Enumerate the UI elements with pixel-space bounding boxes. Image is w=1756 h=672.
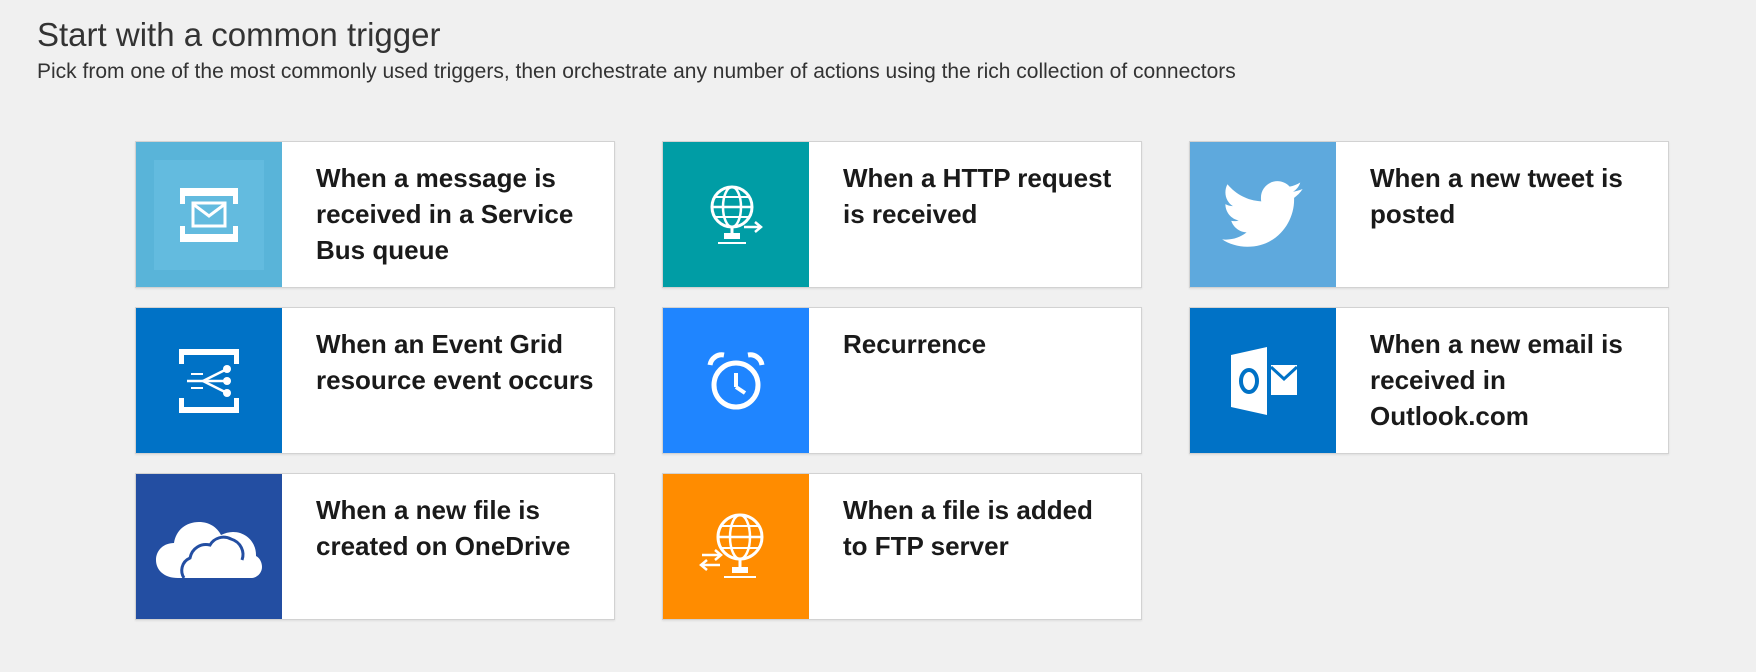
trigger-label: When a new file is created on OneDrive xyxy=(316,495,571,561)
trigger-card-http[interactable]: When a HTTP request is received xyxy=(662,141,1142,288)
trigger-icon-tile xyxy=(136,142,282,287)
trigger-card-outlook[interactable]: When a new email is received in Outlook.… xyxy=(1189,307,1669,454)
trigger-card-recurrence[interactable]: Recurrence xyxy=(662,307,1142,454)
trigger-label: When a new tweet is posted xyxy=(1370,163,1623,229)
trigger-card-ftp[interactable]: When a file is added to FTP server xyxy=(662,473,1142,620)
trigger-icon-tile xyxy=(1190,142,1336,287)
trigger-label: When a file is added to FTP server xyxy=(843,495,1093,561)
trigger-label: Recurrence xyxy=(843,329,987,359)
trigger-card-twitter[interactable]: When a new tweet is posted xyxy=(1189,141,1669,288)
trigger-icon-tile xyxy=(136,308,282,453)
trigger-label: When an Event Grid resource event occurs xyxy=(316,329,594,395)
http-globe-icon xyxy=(710,185,763,244)
trigger-grid: When a message is received in a Service … xyxy=(135,141,1669,620)
trigger-label: When a HTTP request is received xyxy=(843,163,1112,229)
outlook-icon xyxy=(1231,346,1299,415)
page-header: Start with a common trigger Pick from on… xyxy=(37,14,1236,86)
onedrive-cloud-icon xyxy=(156,521,262,579)
trigger-icon-tile xyxy=(663,308,809,453)
ftp-globe-icon xyxy=(699,513,764,578)
trigger-label: When a new email is received in Outlook.… xyxy=(1370,329,1623,431)
twitter-bird-icon xyxy=(1222,180,1303,247)
alarm-clock-icon xyxy=(707,351,765,409)
trigger-card-service-bus[interactable]: When a message is received in a Service … xyxy=(135,141,615,288)
trigger-icon-tile xyxy=(663,474,809,619)
service-bus-icon xyxy=(154,159,264,270)
trigger-card-onedrive[interactable]: When a new file is created on OneDrive xyxy=(135,473,615,620)
trigger-label: When a message is received in a Service … xyxy=(316,163,574,265)
trigger-icon-tile xyxy=(136,474,282,619)
page-subtitle: Pick from one of the most commonly used … xyxy=(37,60,1236,83)
page-title: Start with a common trigger xyxy=(37,16,441,53)
trigger-icon-tile xyxy=(663,142,809,287)
trigger-card-event-grid[interactable]: When an Event Grid resource event occurs xyxy=(135,307,615,454)
trigger-icon-tile xyxy=(1190,308,1336,453)
event-grid-icon xyxy=(179,348,239,413)
